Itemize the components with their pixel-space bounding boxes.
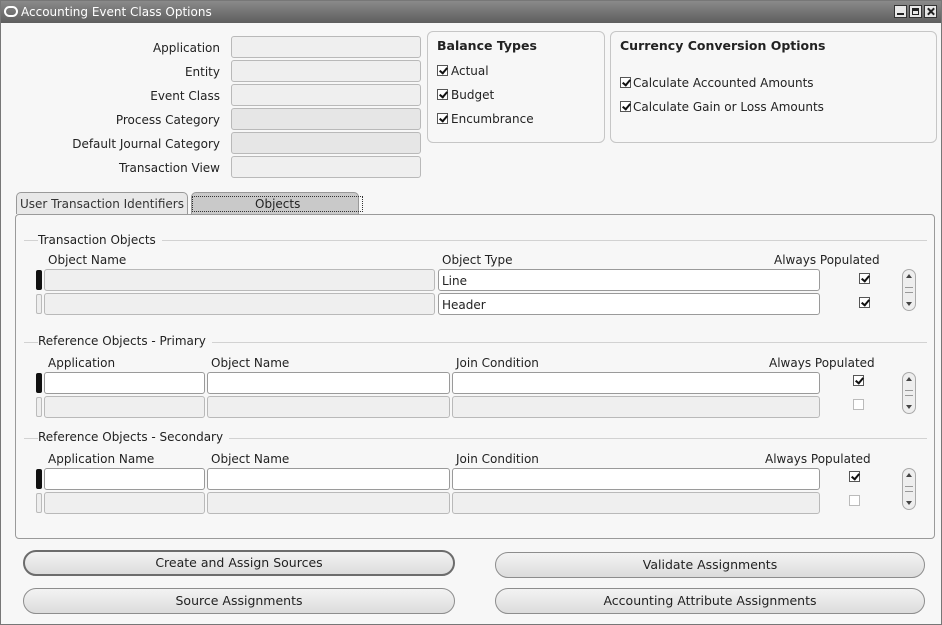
event-class-field[interactable] xyxy=(231,84,421,106)
actual-label: Actual xyxy=(451,64,489,78)
currency-conversion-title: Currency Conversion Options xyxy=(620,38,826,53)
minimize-icon[interactable] xyxy=(894,5,907,18)
event-class-label: Event Class xyxy=(150,89,220,103)
calculate-accounted-amounts-label: Calculate Accounted Amounts xyxy=(633,76,814,90)
entity-label: Entity xyxy=(184,65,220,79)
scroll-up-icon[interactable] xyxy=(906,377,912,381)
col-join-condition: Join Condition xyxy=(456,452,539,466)
always-populated-checkbox[interactable] xyxy=(859,273,870,284)
object-name-field[interactable] xyxy=(44,269,435,291)
process-category-field[interactable] xyxy=(231,108,421,130)
application-label: Application xyxy=(152,41,220,55)
object-type-field[interactable]: Header xyxy=(438,293,820,315)
col-always-populated: Always Populated xyxy=(765,452,871,466)
validate-assignments-button[interactable]: Validate Assignments xyxy=(495,552,925,578)
scroll-up-icon[interactable] xyxy=(906,274,912,278)
calculate-accounted-amounts-checkbox[interactable] xyxy=(620,77,631,88)
budget-checkbox[interactable] xyxy=(437,89,448,100)
row-indicator[interactable] xyxy=(36,469,42,489)
row-indicator[interactable] xyxy=(36,294,42,314)
application-field[interactable] xyxy=(231,36,421,58)
col-always-populated: Always Populated xyxy=(774,253,880,267)
title-bar[interactable]: Accounting Event Class Options xyxy=(1,1,941,23)
col-application: Application xyxy=(48,356,116,370)
row-indicator[interactable] xyxy=(36,270,42,290)
oracle-app-icon xyxy=(4,6,18,17)
always-populated-checkbox[interactable] xyxy=(853,375,864,386)
create-and-assign-sources-button[interactable]: Create and Assign Sources xyxy=(23,550,455,576)
row-indicator[interactable] xyxy=(36,493,42,513)
encumbrance-label: Encumbrance xyxy=(451,112,534,126)
reference-secondary-scrollbar[interactable] xyxy=(902,468,916,510)
process-category-label: Process Category xyxy=(115,113,220,127)
reference-primary-scrollbar[interactable] xyxy=(902,372,916,414)
always-populated-checkbox[interactable] xyxy=(849,471,860,482)
object-name-cell[interactable] xyxy=(207,372,450,394)
tab-user-transaction-identifiers[interactable]: User Transaction Identifiers xyxy=(16,192,188,214)
application-cell[interactable] xyxy=(44,396,205,418)
object-name-cell[interactable] xyxy=(207,396,450,418)
col-object-name: Object Name xyxy=(211,452,290,466)
transaction-objects-title: Transaction Objects xyxy=(38,233,162,247)
col-object-name: Object Name xyxy=(211,356,290,370)
entity-field[interactable] xyxy=(231,60,421,82)
reference-secondary-title: Reference Objects - Secondary xyxy=(38,430,230,444)
transaction-view-field[interactable] xyxy=(231,156,421,178)
join-condition-cell[interactable] xyxy=(452,396,820,418)
reference-primary-title: Reference Objects - Primary xyxy=(38,334,212,348)
close-icon[interactable] xyxy=(924,5,937,18)
default-journal-category-label: Default Journal Category xyxy=(72,137,220,151)
encumbrance-checkbox[interactable] xyxy=(437,113,448,124)
currency-conversion-group: Currency Conversion Options Calculate Ac… xyxy=(610,31,937,143)
object-type-field[interactable]: Line xyxy=(438,269,820,291)
col-object-name: Object Name xyxy=(48,253,127,267)
row-indicator[interactable] xyxy=(36,397,42,417)
object-name-field[interactable] xyxy=(44,293,435,315)
window-title: Accounting Event Class Options xyxy=(21,5,212,19)
balance-types-group: Balance Types Actual Budget Encumbrance xyxy=(427,31,605,143)
always-populated-checkbox[interactable] xyxy=(849,495,860,506)
col-always-populated: Always Populated xyxy=(769,356,875,370)
calculate-gain-loss-label: Calculate Gain or Loss Amounts xyxy=(633,100,824,114)
scroll-thumb[interactable] xyxy=(905,390,913,396)
col-object-type: Object Type xyxy=(442,253,513,267)
default-journal-category-field[interactable] xyxy=(231,132,421,154)
row-indicator[interactable] xyxy=(36,373,42,393)
object-name-cell[interactable] xyxy=(207,492,450,514)
join-condition-cell[interactable] xyxy=(452,492,820,514)
maximize-icon[interactable] xyxy=(909,5,922,18)
transaction-objects-scrollbar[interactable] xyxy=(902,269,916,311)
actual-checkbox[interactable] xyxy=(437,65,448,76)
always-populated-checkbox[interactable] xyxy=(859,297,870,308)
application-name-cell[interactable] xyxy=(44,492,205,514)
application-name-cell[interactable] xyxy=(44,468,205,490)
source-assignments-button[interactable]: Source Assignments xyxy=(23,588,455,614)
scroll-thumb[interactable] xyxy=(905,287,913,293)
scroll-down-icon[interactable] xyxy=(906,501,912,505)
accounting-event-class-options-window: Accounting Event Class Options Applicati… xyxy=(0,0,942,625)
object-name-cell[interactable] xyxy=(207,468,450,490)
join-condition-cell[interactable] xyxy=(452,468,820,490)
col-join-condition: Join Condition xyxy=(456,356,539,370)
tab-objects[interactable]: Objects xyxy=(191,192,364,214)
scroll-down-icon[interactable] xyxy=(906,302,912,306)
calculate-gain-loss-checkbox[interactable] xyxy=(620,101,631,112)
budget-label: Budget xyxy=(451,88,495,102)
balance-types-title: Balance Types xyxy=(437,38,537,53)
objects-tab-panel: Transaction Objects Object Name Object T… xyxy=(15,214,935,539)
always-populated-checkbox[interactable] xyxy=(853,399,864,410)
accounting-attribute-assignments-button[interactable]: Accounting Attribute Assignments xyxy=(495,588,925,614)
scroll-thumb[interactable] xyxy=(905,486,913,492)
col-application-name: Application Name xyxy=(48,452,155,466)
join-condition-cell[interactable] xyxy=(452,372,820,394)
application-cell[interactable] xyxy=(44,372,205,394)
scroll-up-icon[interactable] xyxy=(906,473,912,477)
scroll-down-icon[interactable] xyxy=(906,405,912,409)
transaction-view-label: Transaction View xyxy=(119,161,220,175)
